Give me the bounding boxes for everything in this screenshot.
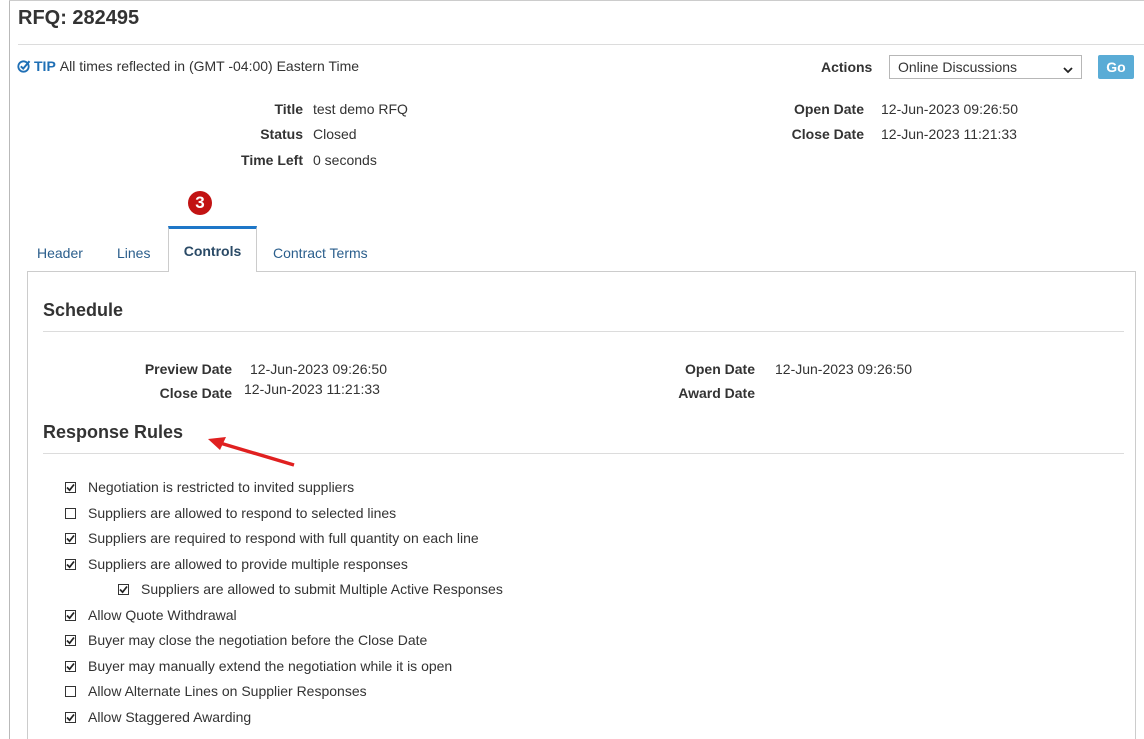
response-rule-row: Negotiation is restricted to invited sup… [65,479,354,495]
checkbox-checked[interactable] [65,634,76,646]
response-rule-label: Suppliers are allowed to respond to sele… [88,505,397,521]
response-rule-row: Allow Quote Withdrawal [65,607,237,623]
response-rule-label: Allow Staggered Awarding [88,709,252,725]
actions-select-value: Online Discussions [898,59,1018,75]
checkbox-unchecked[interactable] [65,507,76,519]
award-date-label: Award Date [678,385,755,401]
tip-label: TIP [34,58,56,74]
checkbox-unchecked[interactable] [65,685,76,697]
checkbox-checked[interactable] [65,609,76,621]
checkbox-checked[interactable] [65,711,76,723]
tab-contract-terms[interactable]: Contract Terms [273,245,368,261]
go-button[interactable]: Go [1098,55,1134,79]
title-divider [18,44,1144,45]
tip-banner: TIP All times reflected in (GMT -04:00) … [17,58,359,74]
annotation-arrow [208,437,295,467]
schedule-close-date-value: 12-Jun-2023 11:21:33 [244,381,380,397]
page-title: RFQ: 282495 [18,7,140,29]
title-label: Title [274,101,303,117]
preview-date-value: 12-Jun-2023 09:26:50 [250,361,387,377]
checkbox-checked[interactable] [65,558,76,570]
actions-select[interactable]: Online Discussions [889,55,1082,79]
status-label: Status [260,126,303,142]
response-rules-heading: Response Rules [43,422,184,442]
check-circle-icon [17,59,31,73]
response-rule-row: Buyer may close the negotiation before t… [65,632,427,648]
schedule-close-date-label: Close Date [159,385,232,401]
schedule-open-date-value: 12-Jun-2023 09:26:50 [775,361,912,377]
status-value: Closed [313,126,357,142]
response-rule-label: Allow Alternate Lines on Supplier Respon… [88,683,367,699]
tab-controls[interactable]: Controls [168,226,257,272]
actions-label: Actions [821,59,873,75]
preview-date-label: Preview Date [144,361,232,377]
tip-text: All times reflected in (GMT -04:00) East… [59,58,360,74]
checkbox-checked[interactable] [65,660,76,672]
response-rule-label: Allow Quote Withdrawal [88,607,237,623]
schedule-heading: Schedule [43,300,124,320]
response-rule-row: Suppliers are allowed to submit Multiple… [118,581,503,597]
frame-left-border [9,0,10,739]
response-rule-row: Suppliers are required to respond with f… [65,530,479,546]
tab-lines[interactable]: Lines [117,245,150,261]
close-date-value: 12-Jun-2023 11:21:33 [881,126,1017,142]
response-rule-row: Buyer may manually extend the negotiatio… [65,658,452,674]
schedule-open-date-label: Open Date [684,361,755,377]
frame-top-border [9,0,1144,1]
checkbox-checked[interactable] [65,532,76,544]
response-rule-row: Suppliers are allowed to respond to sele… [65,505,396,521]
title-value: test demo RFQ [313,101,408,117]
response-rule-label: Buyer may close the negotiation before t… [88,632,428,648]
tab-header[interactable]: Header [37,245,83,261]
close-date-label: Close Date [791,126,864,142]
open-date-value: 12-Jun-2023 09:26:50 [881,101,1018,117]
schedule-divider [43,331,1124,332]
response-rule-row: Allow Alternate Lines on Supplier Respon… [65,683,367,699]
response-rule-row: Suppliers are allowed to provide multipl… [65,556,408,572]
chevron-down-icon [1063,62,1073,74]
checkbox-checked[interactable] [65,481,76,493]
response-rule-label: Negotiation is restricted to invited sup… [88,479,355,495]
checkbox-checked[interactable] [118,583,129,595]
response-rule-label: Buyer may manually extend the negotiatio… [88,658,453,674]
callout-number-badge: 3 [188,191,212,215]
response-rule-label: Suppliers are required to respond with f… [88,530,479,546]
time-left-value: 0 seconds [313,152,377,168]
response-rule-row: Allow Staggered Awarding [65,709,251,725]
time-left-label: Time Left [241,152,303,168]
open-date-label: Open Date [793,101,864,117]
response-rule-label: Suppliers are allowed to provide multipl… [88,556,408,572]
response-rule-label: Suppliers are allowed to submit Multiple… [141,581,503,597]
